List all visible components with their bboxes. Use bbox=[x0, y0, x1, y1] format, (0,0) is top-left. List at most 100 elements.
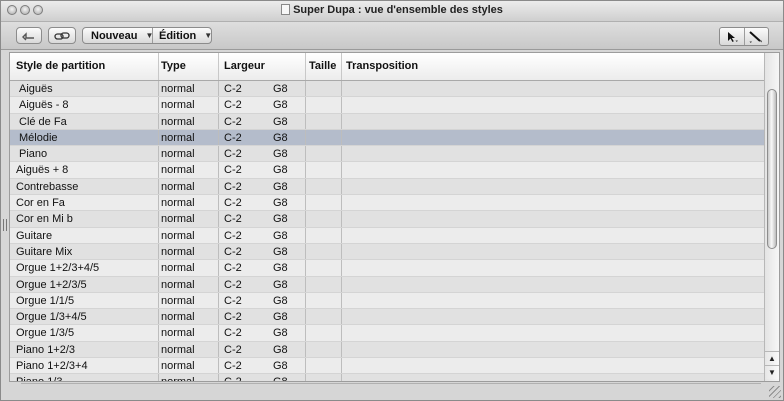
table-row[interactable]: Orgue 1/1/5 normal C-2 G8 bbox=[10, 292, 764, 310]
cell-size bbox=[306, 260, 342, 276]
table-row[interactable]: Orgue 1/3+4/5 normal C-2 G8 bbox=[10, 309, 764, 326]
table-row[interactable]: Cor en Mi b normal C-2 G8 bbox=[10, 211, 764, 228]
table-row[interactable]: Piano 1+2/3+4 normal C-2 G8 bbox=[10, 358, 764, 375]
table-row[interactable]: Aiguës + 8 normal C-2 G8 bbox=[10, 162, 764, 179]
cell-transposition bbox=[342, 81, 764, 96]
cell-size bbox=[306, 309, 342, 325]
cell-range-high: G8 bbox=[269, 276, 306, 292]
cell-range-low: C-2 bbox=[224, 83, 242, 95]
bottom-bar bbox=[1, 383, 783, 400]
table-row[interactable]: Piano 1/3normalC-2G8 bbox=[10, 374, 764, 381]
cell-range-low: C-2 bbox=[224, 197, 242, 210]
cell-type: normal bbox=[159, 211, 219, 227]
pencil-icon bbox=[749, 31, 763, 43]
table-row[interactable]: Contrebasse normal C-2 G8 bbox=[10, 178, 764, 196]
cell-transposition bbox=[342, 277, 764, 292]
split-handle[interactable] bbox=[3, 219, 7, 231]
cell-range-low: C-2 bbox=[224, 213, 242, 226]
column-header-size[interactable]: Taille bbox=[306, 53, 342, 80]
cell-size bbox=[306, 81, 342, 97]
menu-group: Nouveau ▼ Édition ▼ bbox=[82, 27, 212, 44]
cell-style: Cor en Fa bbox=[10, 195, 159, 211]
cell-style: Orgue 1+2/3+4/5 bbox=[10, 260, 159, 276]
cell-type: normal bbox=[159, 374, 219, 381]
cell-type: normal bbox=[159, 243, 219, 260]
table-row[interactable]: Orgue 1+2/3+4/5 normal C-2 G8 bbox=[10, 260, 764, 277]
scroll-up-arrow-icon[interactable]: ▲ bbox=[765, 351, 779, 365]
scroll-down-arrow-icon[interactable]: ▼ bbox=[765, 365, 779, 379]
link-button[interactable] bbox=[48, 27, 76, 44]
table-row[interactable]: Piano 1+2/3 normal C-2 G8 bbox=[10, 341, 764, 359]
cell-range-low: C-2 bbox=[224, 229, 242, 242]
cell-size bbox=[306, 227, 342, 243]
chevron-down-icon: ▼ bbox=[204, 31, 213, 40]
cell-range-low: C-2 bbox=[224, 343, 242, 356]
scrollbar-thumb[interactable] bbox=[767, 89, 777, 249]
cell-range-high: G8 bbox=[269, 260, 306, 276]
horizontal-scroll-track[interactable] bbox=[21, 383, 761, 394]
table-row[interactable]: Orgue 1/3/5 normal C-2 G8 bbox=[10, 325, 764, 342]
table-row[interactable]: Guitare normal C-2 G8 bbox=[10, 227, 764, 244]
nouveau-menu[interactable]: Nouveau ▼ bbox=[83, 28, 153, 43]
cell-type: normal bbox=[159, 81, 219, 97]
edition-menu[interactable]: Édition ▼ bbox=[153, 28, 218, 43]
cell-range-low: C-2 bbox=[224, 360, 242, 373]
cell-transposition bbox=[342, 179, 764, 194]
cell-transposition bbox=[342, 162, 764, 177]
cell-size bbox=[306, 129, 342, 146]
pointer-icon bbox=[727, 31, 738, 42]
link-icon bbox=[54, 31, 70, 40]
cell-range-high: G8 bbox=[269, 309, 306, 325]
cell-type: normal bbox=[159, 276, 219, 292]
table-header: Style de partition Type Largeur Taille T… bbox=[10, 53, 764, 81]
cell-style: Aiguës bbox=[10, 81, 159, 97]
cell-range-high: G8 bbox=[269, 358, 306, 374]
resize-grip-icon[interactable] bbox=[769, 386, 781, 398]
cell-style: Cor en Mi b bbox=[10, 211, 159, 227]
cell-range-high: G8 bbox=[269, 129, 306, 146]
cell-range-high: G8 bbox=[269, 195, 306, 211]
cell-style: Orgue 1+2/3/5 bbox=[10, 276, 159, 292]
column-header-range[interactable]: Largeur bbox=[219, 53, 306, 80]
cell-range-high: G8 bbox=[269, 227, 306, 243]
cell-size bbox=[306, 292, 342, 309]
cell-range-high: G8 bbox=[269, 162, 306, 178]
cell-transposition bbox=[342, 97, 764, 112]
table-row[interactable]: Cor en Fa normal C-2 G8 bbox=[10, 195, 764, 212]
table-row[interactable]: Clé de Fa normal C-2 G8 bbox=[10, 113, 764, 130]
pointer-tool-button[interactable] bbox=[720, 28, 745, 45]
pencil-tool-button[interactable] bbox=[745, 28, 769, 45]
cell-size bbox=[306, 276, 342, 292]
cell-range-high: G8 bbox=[269, 211, 306, 227]
cell-type: normal bbox=[159, 129, 219, 146]
vertical-scrollbar[interactable]: ▲ ▼ bbox=[764, 53, 779, 381]
cell-type: normal bbox=[159, 309, 219, 325]
table-row[interactable]: Aiguës - 8 normal C-2 G8 bbox=[10, 97, 764, 114]
column-header-transposition[interactable]: Transposition bbox=[342, 53, 764, 80]
cell-style: Clé de Fa bbox=[10, 113, 159, 129]
cell-range-low: C-2 bbox=[224, 311, 242, 324]
cell-size bbox=[306, 162, 342, 178]
cell-range-high: G8 bbox=[269, 325, 306, 341]
table-row[interactable]: Guitare Mix normal C-2 G8 bbox=[10, 243, 764, 261]
cell-transposition bbox=[342, 374, 764, 381]
column-header-style[interactable]: Style de partition bbox=[10, 53, 159, 80]
column-header-type[interactable]: Type bbox=[159, 53, 219, 80]
cell-style: Piano bbox=[10, 146, 159, 162]
table-row[interactable]: Aiguës normal C-2 G8 bbox=[10, 81, 764, 98]
nouveau-menu-label: Nouveau bbox=[91, 29, 138, 42]
score-styles-window: Super Dupa : vue d'ensemble des styles N… bbox=[0, 0, 784, 401]
table-row[interactable]: Mélodie normal C-2 G8 bbox=[10, 129, 764, 147]
cell-style: Aiguës - 8 bbox=[10, 97, 159, 113]
cell-size bbox=[306, 97, 342, 113]
back-button[interactable] bbox=[16, 27, 42, 44]
table-row[interactable]: Orgue 1+2/3/5 normal C-2 G8 bbox=[10, 276, 764, 293]
cell-type: normal bbox=[159, 260, 219, 276]
table-row[interactable]: Piano normal C-2 G8 bbox=[10, 146, 764, 163]
cell-transposition bbox=[342, 228, 764, 243]
toolbar: Nouveau ▼ Édition ▼ bbox=[1, 22, 783, 50]
cell-size bbox=[306, 243, 342, 260]
cell-range-low: C-2 bbox=[224, 99, 242, 112]
cell-size bbox=[306, 374, 342, 381]
styles-table: Style de partition Type Largeur Taille T… bbox=[9, 52, 780, 382]
